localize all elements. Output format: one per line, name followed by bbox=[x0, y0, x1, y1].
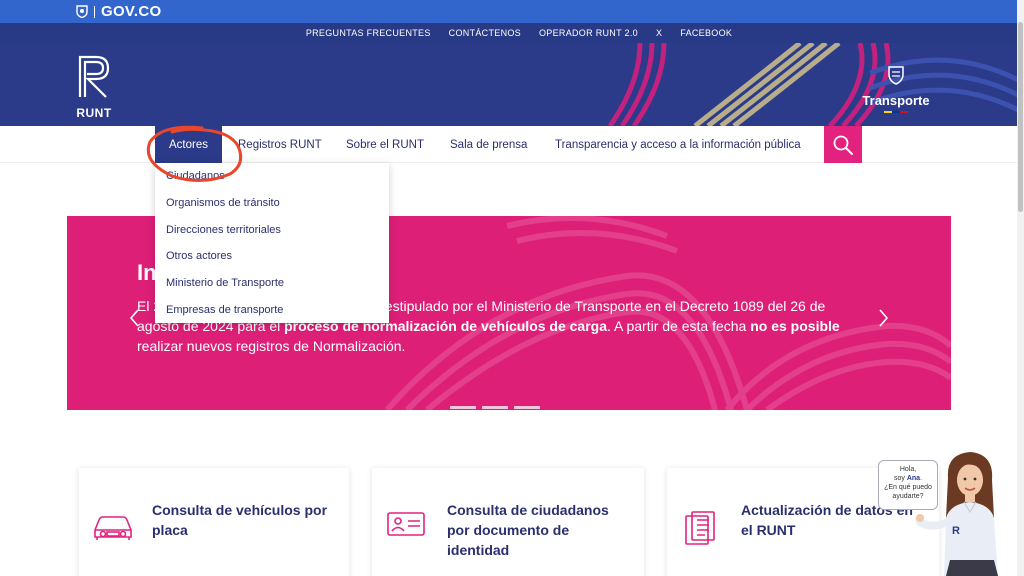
dropdown-item-ministerio-de-transporte[interactable]: Ministerio de Transporte bbox=[166, 277, 284, 289]
carousel-prev-button[interactable] bbox=[128, 308, 140, 334]
link-facebook[interactable]: FACEBOOK bbox=[680, 28, 732, 38]
colombia-coat-of-arms-icon bbox=[888, 66, 904, 85]
id-card-icon bbox=[387, 512, 425, 536]
document-icon bbox=[685, 511, 715, 545]
link-operador-runt[interactable]: OPERADOR RUNT 2.0 bbox=[539, 28, 638, 38]
dropdown-item-empresas-de-transporte[interactable]: Empresas de transporte bbox=[166, 304, 283, 316]
ministry-label: Transporte bbox=[862, 93, 930, 108]
assistant-avatar-icon: R bbox=[915, 452, 998, 576]
carousel-dot[interactable] bbox=[482, 406, 508, 409]
nav-item-sala-de-prensa[interactable]: Sala de prensa bbox=[450, 126, 527, 163]
search-button[interactable] bbox=[824, 126, 862, 163]
runt-logo-text: RUNT bbox=[76, 106, 112, 120]
govco-shield-icon bbox=[76, 5, 88, 18]
main-nav: Actores Registros RUNT Sobre el RUNT Sal… bbox=[0, 126, 1024, 163]
search-icon bbox=[833, 135, 853, 155]
card-title: Consulta de ciudadanos por documento de … bbox=[447, 502, 609, 558]
govco-separator bbox=[94, 5, 95, 18]
page-scrollbar[interactable] bbox=[1017, 0, 1024, 576]
top-links-bar: PREGUNTAS FRECUENTES CONTÁCTENOS OPERADO… bbox=[0, 23, 1024, 43]
banner-title: In bbox=[137, 260, 157, 285]
carousel-dot[interactable] bbox=[450, 406, 476, 409]
flag-colors bbox=[856, 111, 936, 113]
nav-item-registros-runt[interactable]: Registros RUNT bbox=[238, 126, 322, 163]
chevron-left-icon bbox=[129, 309, 139, 327]
card-consulta-vehiculos[interactable]: Consulta de vehículos por placa bbox=[79, 468, 349, 576]
dropdown-item-otros-actores[interactable]: Otros actores bbox=[166, 250, 232, 262]
actores-dropdown-menu: Ciudadanos Organismos de tránsito Direcc… bbox=[155, 163, 389, 323]
dropdown-item-ciudadanos[interactable]: Ciudadanos bbox=[166, 170, 225, 182]
card-title: Consulta de vehículos por placa bbox=[152, 502, 328, 538]
banner-line-3: realizar nuevos registros de Normalizaci… bbox=[137, 338, 406, 354]
virtual-assistant[interactable]: Hola, soy Ana. ¿En qué puedo ayudarte? R bbox=[876, 448, 1016, 576]
dropdown-item-direcciones-territoriales[interactable]: Direcciones territoriales bbox=[166, 224, 281, 236]
carousel-indicators bbox=[450, 406, 540, 409]
link-x[interactable]: X bbox=[656, 28, 662, 38]
carousel-dot[interactable] bbox=[514, 406, 540, 409]
dropdown-item-organismos-de-transito[interactable]: Organismos de tránsito bbox=[166, 197, 280, 209]
nav-item-transparencia[interactable]: Transparencia y acceso a la información … bbox=[555, 126, 801, 163]
site-header: RUNT Transporte bbox=[0, 43, 1024, 126]
header-decorative-stripes bbox=[607, 43, 1024, 126]
link-contactenos[interactable]: CONTÁCTENOS bbox=[449, 28, 521, 38]
govco-logo-text: GOV.CO bbox=[101, 3, 162, 20]
ministry-logo[interactable]: Transporte bbox=[856, 63, 936, 113]
nav-item-sobre-el-runt[interactable]: Sobre el RUNT bbox=[346, 126, 424, 163]
carousel-next-button[interactable] bbox=[878, 308, 890, 334]
card-consulta-ciudadanos[interactable]: Consulta de ciudadanos por documento de … bbox=[372, 468, 644, 576]
link-preguntas-frecuentes[interactable]: PREGUNTAS FRECUENTES bbox=[306, 28, 431, 38]
svg-text:R: R bbox=[952, 525, 960, 537]
runt-logo[interactable]: RUNT bbox=[74, 53, 114, 120]
nav-item-actores[interactable]: Actores bbox=[155, 126, 222, 163]
govco-logo[interactable]: GOV.CO bbox=[76, 3, 161, 20]
runt-r-icon bbox=[78, 55, 110, 98]
scrollbar-thumb[interactable] bbox=[1018, 22, 1023, 212]
chevron-right-icon bbox=[879, 309, 889, 327]
car-icon bbox=[94, 516, 132, 540]
govco-bar: GOV.CO bbox=[0, 0, 1024, 23]
